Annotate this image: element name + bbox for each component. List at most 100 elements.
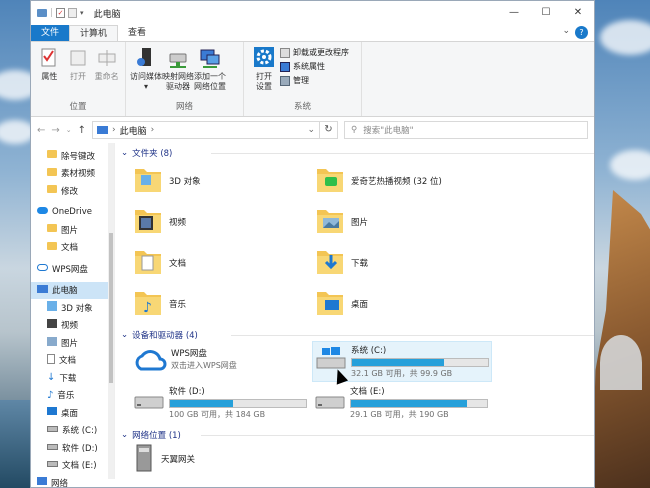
sidebar-item-label: 图片 [61, 338, 79, 349]
breadcrumb-this-pc[interactable]: 此电脑 [120, 124, 147, 137]
sidebar-item[interactable]: 素材视频 [31, 165, 114, 183]
wps-cloud-icon [135, 350, 167, 371]
expand-ribbon-icon[interactable]: ⌄ [562, 26, 570, 36]
group-label-network: 网络 [175, 102, 193, 112]
sidebar-item[interactable]: OneDrive [31, 204, 114, 222]
sidebar-item-label: 素材视频 [61, 169, 96, 180]
back-arrow-icon[interactable]: ← [37, 125, 45, 136]
group-label-location: 位置 [69, 102, 87, 112]
network-location-gateway[interactable]: 天翼网关 [133, 443, 195, 475]
minimize-button[interactable]: — [498, 1, 530, 25]
sidebar-item[interactable]: 文档 [31, 239, 114, 257]
sidebar-item-label: 下载 [59, 373, 77, 384]
sidebar-item[interactable]: 3D 对象 [31, 299, 114, 317]
new-folder-quick-icon[interactable] [68, 8, 78, 18]
navigation-pane: 除号键改 素材视频 修改 OneDrive 图片 文档 WPS网盘 此电脑 3D 对象 视频 图片文… [31, 143, 115, 487]
sidebar-scrollbar[interactable] [108, 143, 114, 479]
pc-icon [97, 126, 109, 134]
sidebar-item[interactable]: 系统 (C:) [31, 422, 114, 440]
collapse-chevron-icon: ⌄ [121, 148, 129, 158]
sidebar-item[interactable]: ♪ 音乐 [31, 387, 114, 405]
sidebar-item[interactable]: 图片 [31, 334, 114, 352]
help-icon[interactable]: ? [575, 26, 588, 39]
ribbon-group-location: 属性 打开 重命名 位置 [31, 42, 126, 116]
search-input[interactable]: ⚲ 搜索"此电脑" [344, 121, 588, 139]
drive-d[interactable]: 软件 (D:) 100 GB 可用，共 184 GB [131, 383, 309, 422]
section-network-header[interactable]: ⌄ 网络位置 (1) [121, 429, 594, 441]
sidebar-item[interactable]: 除号键改 [31, 147, 114, 165]
close-button[interactable]: ✕ [562, 1, 594, 25]
sidebar-item[interactable]: 视频 [31, 317, 114, 335]
refresh-button[interactable]: ↻ [320, 121, 338, 139]
sidebar-item[interactable]: 文档 [31, 352, 114, 370]
folder-label: 图片 [351, 217, 369, 228]
manage-button[interactable]: 管理 [280, 75, 349, 86]
svg-text:♪: ♪ [143, 300, 152, 316]
title-bar: | ✓ ▾ 此电脑 — ☐ ✕ [31, 1, 594, 25]
drive-label: 软件 (D:) [169, 387, 205, 397]
sidebar-item[interactable]: 文档 (E:) [31, 457, 114, 475]
folder-item[interactable]: 爱奇艺热播视频 (32 位) [315, 163, 442, 198]
address-bar[interactable]: › 此电脑 › ⌄ [92, 121, 320, 139]
folder-icon: ♪ [133, 286, 163, 321]
breadcrumb-chevron-icon[interactable]: › [151, 125, 155, 135]
sidebar-item[interactable]: 图片 [31, 221, 114, 239]
folder-icon [315, 245, 345, 280]
properties-icon [38, 46, 60, 70]
sidebar-item[interactable]: 修改 [31, 182, 114, 200]
customize-quick-access-icon[interactable]: ▾ [80, 9, 84, 17]
folder-label: 下载 [351, 258, 369, 269]
address-dropdown-icon[interactable]: ⌄ [307, 125, 315, 135]
drive-icon [47, 460, 58, 470]
rename-icon [96, 46, 118, 70]
search-icon: ⚲ [351, 125, 358, 135]
sidebar-item[interactable]: 此电脑 [31, 281, 114, 299]
drive-usage-bar [351, 358, 489, 367]
system-properties-button[interactable]: 系统属性 [280, 61, 349, 72]
folder-item[interactable]: 文档 [133, 245, 186, 280]
uninstall-program-button[interactable]: 卸载或更改程序 [280, 47, 349, 58]
gear-icon [253, 46, 275, 70]
folder-item[interactable]: 桌面 [315, 286, 368, 321]
file-explorer-window: | ✓ ▾ 此电脑 — ☐ ✕ 文件 计算机 查看 ⌄ ? 属性 打开 重命名 … [30, 0, 595, 488]
folder-item[interactable]: 视频 [133, 204, 186, 239]
group-label-system: 系统 [293, 102, 311, 112]
sidebar-item-label: 网络 [51, 478, 69, 488]
drive-e[interactable]: 文档 (E:) 29.1 GB 可用，共 190 GB [312, 383, 490, 422]
folder-item[interactable]: ♪ 音乐 [133, 286, 186, 321]
folder-item[interactable]: 图片 [315, 204, 368, 239]
section-folders-header[interactable]: ⌄ 文件夹 (8) [121, 147, 594, 159]
sidebar-item-label: OneDrive [52, 207, 92, 218]
wps-cloud-drive[interactable]: WPS网盘 双击进入WPS网盘 [131, 345, 239, 375]
drive-usage-bar [169, 399, 307, 408]
collapse-chevron-icon: ⌄ [121, 430, 129, 440]
recent-locations-icon[interactable]: ⌄ [66, 126, 72, 134]
system-properties-icon [280, 61, 290, 72]
forward-arrow-icon[interactable]: → [51, 125, 59, 136]
add-network-location-icon [199, 46, 221, 70]
tab-view[interactable]: 查看 [118, 25, 156, 41]
sidebar-item[interactable]: 软件 (D:) [31, 439, 114, 457]
sidebar-item-label: 桌面 [61, 408, 79, 419]
folder-item[interactable]: 下载 [315, 245, 368, 280]
sidebar-item-label: 文档 [61, 243, 79, 254]
folder-icon [47, 167, 57, 179]
tab-computer[interactable]: 计算机 [69, 25, 119, 41]
tab-file[interactable]: 文件 [31, 25, 70, 41]
properties-quick-icon[interactable]: ✓ [56, 8, 66, 18]
sidebar-item-label: 3D 对象 [61, 303, 93, 314]
sidebar-item-label: WPS网盘 [52, 264, 88, 275]
drive-icon [47, 443, 58, 453]
sidebar-item-label: 视频 [61, 321, 79, 332]
sidebar-item[interactable]: 网络 [31, 474, 114, 488]
sidebar-item[interactable]: 桌面 [31, 404, 114, 422]
up-arrow-icon[interactable]: ↑ [78, 125, 86, 136]
sidebar-item[interactable]: ↓ 下载 [31, 369, 114, 387]
section-devices-header[interactable]: ⌄ 设备和驱动器 (4) [121, 329, 594, 341]
folder-item[interactable]: 3D 对象 [133, 163, 201, 198]
ribbon-group-network: 访问媒体 ▾ 映射网络 驱动器 添加一个 网络位置 网络 [126, 42, 244, 116]
sidebar-item[interactable]: WPS网盘 [31, 260, 114, 278]
maximize-button[interactable]: ☐ [530, 1, 562, 25]
sidebar-item-label: 图片 [61, 225, 79, 236]
network-icon [37, 477, 47, 487]
